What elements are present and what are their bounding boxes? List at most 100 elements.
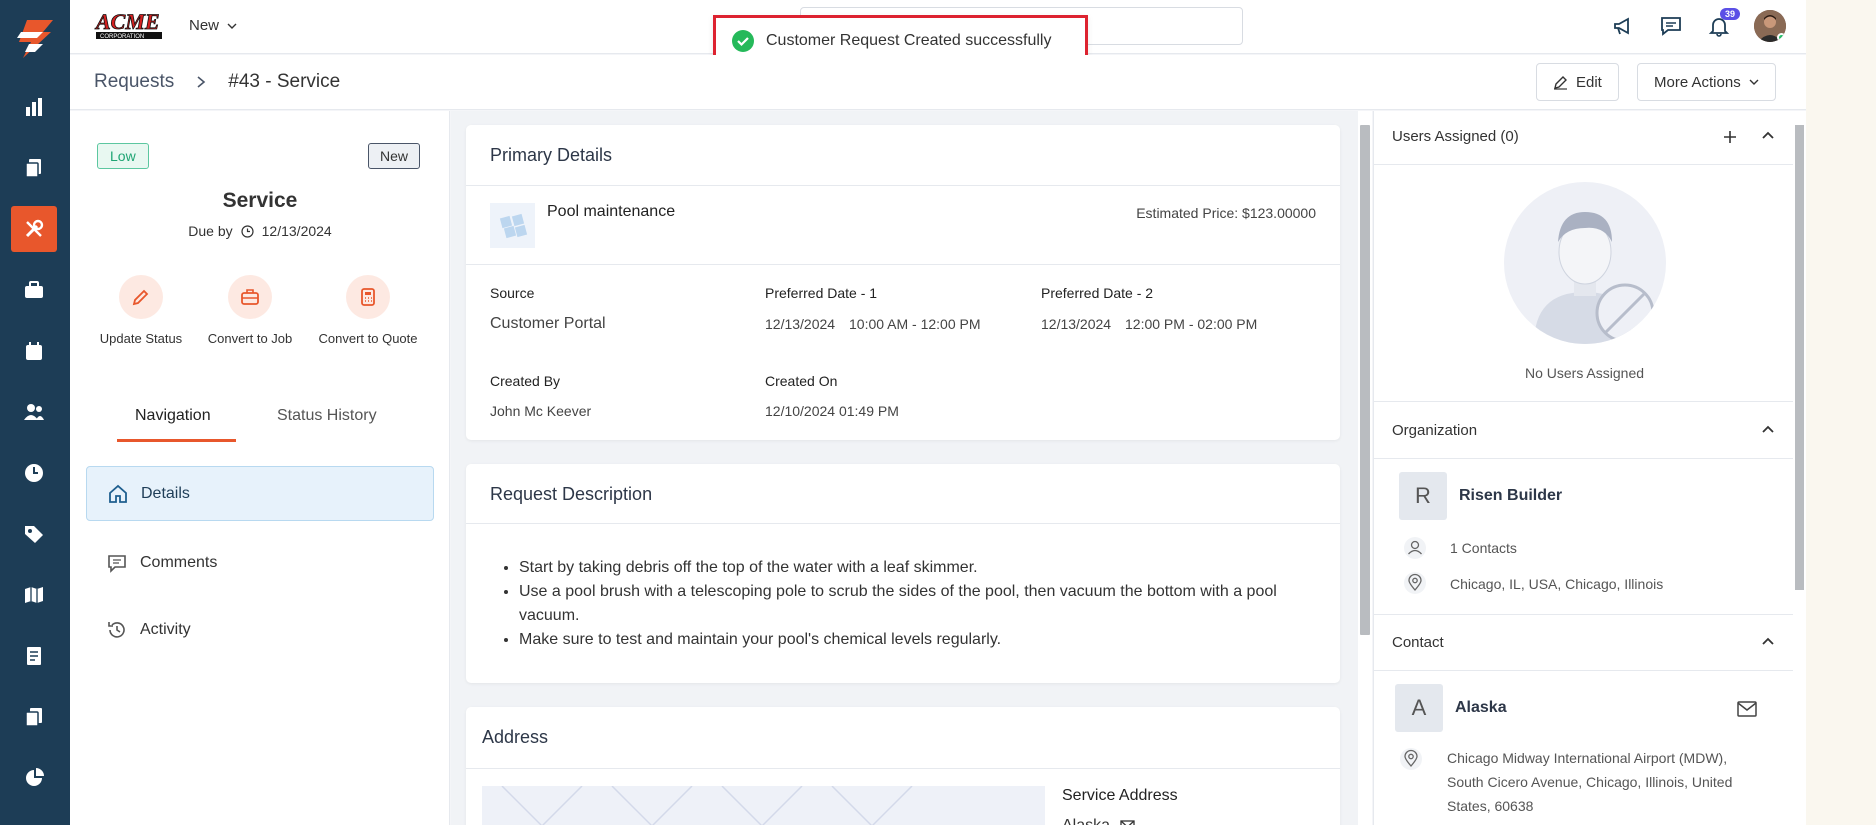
tab-navigation[interactable]: Navigation bbox=[135, 407, 211, 425]
description-bullet: Make sure to test and maintain your pool… bbox=[519, 628, 1314, 652]
contact-address-line: South Cicero Avenue, Chicago, Illinois, … bbox=[1447, 774, 1733, 790]
nav-item-details[interactable]: Details bbox=[86, 466, 434, 521]
contact-name[interactable]: Alaska bbox=[1455, 699, 1507, 717]
rail-tools-icon[interactable] bbox=[11, 206, 57, 252]
convert-to-quote-action[interactable]: Convert to Quote bbox=[313, 275, 423, 346]
preferred-date-2-time: 12:00 PM - 02:00 PM bbox=[1125, 316, 1258, 332]
contact-address: Chicago Midway International Airport (MD… bbox=[1447, 746, 1777, 818]
edit-button[interactable]: Edit bbox=[1536, 63, 1619, 101]
rail-time-icon[interactable] bbox=[11, 450, 57, 496]
update-status-action[interactable]: Update Status bbox=[96, 275, 186, 346]
page-margin bbox=[1806, 0, 1876, 825]
edit-button-label: Edit bbox=[1576, 73, 1602, 91]
app-logo-icon[interactable] bbox=[13, 18, 57, 60]
rail-invoice-icon[interactable] bbox=[11, 633, 57, 679]
blocked-icon bbox=[1595, 283, 1655, 343]
new-dropdown[interactable]: New bbox=[189, 17, 237, 34]
organization-location: Chicago, IL, USA, Chicago, Illinois bbox=[1450, 576, 1664, 592]
rail-documents-icon[interactable] bbox=[11, 145, 57, 191]
service-address-label: Service Address bbox=[1062, 787, 1178, 804]
app-rail bbox=[0, 0, 70, 825]
priority-badge: Low bbox=[97, 143, 149, 169]
mail-icon[interactable] bbox=[1737, 701, 1757, 717]
sidebar-scrollbar[interactable] bbox=[1793, 111, 1806, 825]
notification-bell-icon[interactable]: 39 bbox=[1706, 8, 1741, 39]
history-icon bbox=[108, 621, 125, 638]
contact-heading: Contact bbox=[1392, 634, 1444, 651]
request-title: Service bbox=[222, 189, 298, 212]
address-card: Address Service Address Alaska bbox=[466, 707, 1340, 825]
no-users-illustration bbox=[1504, 182, 1666, 344]
right-sidebar: Users Assigned (0) No Users Assigned Org… bbox=[1373, 111, 1795, 825]
convert-to-quote-label: Convert to Quote bbox=[318, 331, 418, 346]
rail-map-icon[interactable] bbox=[11, 572, 57, 618]
nav-item-label: Activity bbox=[140, 620, 191, 638]
toast-message: Customer Request Created successfully bbox=[766, 31, 1052, 49]
organization-avatar: R bbox=[1399, 472, 1447, 520]
nav-item-label: Comments bbox=[140, 553, 218, 571]
item-thumbnail bbox=[490, 203, 535, 248]
chevron-up-icon[interactable] bbox=[1762, 424, 1774, 434]
more-actions-button[interactable]: More Actions bbox=[1637, 63, 1776, 101]
nav-item-activity[interactable]: Activity bbox=[86, 602, 434, 657]
created-on-value: 12/10/2024 01:49 PM bbox=[765, 403, 899, 419]
preferred-date-1-date: 12/13/2024 bbox=[765, 316, 836, 332]
chevron-up-icon[interactable] bbox=[1762, 130, 1774, 140]
convert-to-job-label: Convert to Job bbox=[207, 331, 293, 346]
notification-count-badge: 39 bbox=[1720, 8, 1741, 20]
more-actions-label: More Actions bbox=[1654, 73, 1741, 91]
chevron-right-icon bbox=[197, 76, 206, 88]
online-status-dot bbox=[1777, 33, 1786, 42]
svg-text:CORPORATION: CORPORATION bbox=[100, 34, 144, 40]
source-label: Source bbox=[490, 285, 535, 301]
due-date-row: Due by 12/13/2024 bbox=[70, 223, 450, 239]
calculator-icon bbox=[361, 288, 375, 306]
rail-customers-icon[interactable] bbox=[11, 389, 57, 435]
chevron-up-icon[interactable] bbox=[1762, 636, 1774, 646]
megaphone-icon[interactable] bbox=[1610, 13, 1636, 39]
rail-jobs-icon[interactable] bbox=[11, 267, 57, 313]
description-bullet: Start by taking debris off the top of th… bbox=[519, 556, 1314, 580]
convert-to-job-action[interactable]: Convert to Job bbox=[200, 275, 300, 346]
tab-status-history[interactable]: Status History bbox=[277, 407, 377, 425]
organization-contacts[interactable]: 1 Contacts bbox=[1450, 540, 1517, 556]
add-icon[interactable] bbox=[1723, 130, 1737, 144]
chat-icon[interactable] bbox=[1658, 13, 1684, 39]
new-dropdown-label: New bbox=[189, 17, 220, 34]
created-on-label: Created On bbox=[765, 373, 838, 389]
contact-address-line: Chicago Midway International Airport (MD… bbox=[1447, 750, 1728, 766]
content-scrollbar[interactable] bbox=[1358, 111, 1372, 825]
organization-name[interactable]: Risen Builder bbox=[1459, 487, 1562, 505]
preferred-date-2-date: 12/13/2024 bbox=[1041, 316, 1112, 332]
breadcrumb-requests[interactable]: Requests bbox=[94, 71, 174, 93]
section-heading: Address bbox=[482, 727, 549, 747]
preferred-date-1-time: 10:00 AM - 12:00 PM bbox=[849, 316, 981, 332]
address-map[interactable] bbox=[482, 786, 1045, 825]
section-heading: Request Description bbox=[490, 484, 653, 504]
details-content: Primary Details Pool maintenance Estimat… bbox=[451, 111, 1358, 825]
rail-tags-icon[interactable] bbox=[11, 511, 57, 557]
users-assigned-heading: Users Assigned (0) bbox=[1392, 128, 1519, 145]
breadcrumb: Requests #43 - Service bbox=[94, 71, 340, 93]
request-description-card: Request Description Start by taking debr… bbox=[466, 464, 1340, 683]
location-pin-icon bbox=[1404, 572, 1426, 594]
breadcrumb-current: #43 - Service bbox=[228, 71, 341, 92]
service-address-contact: Alaska bbox=[1062, 817, 1110, 825]
created-by-label: Created By bbox=[490, 373, 561, 389]
rail-files-icon[interactable] bbox=[11, 694, 57, 740]
description-list: Start by taking debris off the top of th… bbox=[519, 556, 1314, 652]
acme-logo[interactable]: ACME CORPORATION bbox=[94, 9, 166, 41]
nav-item-comments[interactable]: Comments bbox=[86, 535, 434, 590]
mail-icon[interactable] bbox=[1120, 820, 1135, 825]
chevron-down-icon bbox=[1749, 79, 1759, 85]
request-summary-panel: Low New Service Due by 12/13/2024 Update… bbox=[70, 111, 450, 825]
comment-icon bbox=[108, 554, 126, 573]
cubes-icon bbox=[499, 213, 527, 238]
briefcase-icon bbox=[241, 289, 259, 305]
rail-calendar-icon[interactable] bbox=[11, 328, 57, 374]
rail-analytics-icon[interactable] bbox=[11, 755, 57, 801]
no-users-text: No Users Assigned bbox=[1524, 365, 1645, 381]
user-avatar[interactable] bbox=[1754, 10, 1786, 42]
rail-reports-icon[interactable] bbox=[11, 84, 57, 130]
preferred-date-1-label: Preferred Date - 1 bbox=[765, 285, 878, 301]
